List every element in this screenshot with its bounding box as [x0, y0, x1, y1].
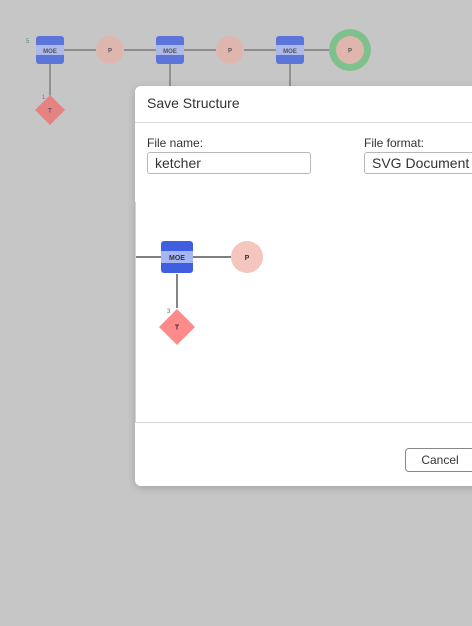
moe-monomer: MOE: [161, 241, 193, 273]
dialog-header: Save Structure: [135, 86, 472, 123]
preview-structure: MOE P T 3: [136, 241, 263, 345]
phosphate-monomer-selected[interactable]: P: [329, 29, 371, 71]
phosphate-monomer[interactable]: P: [96, 36, 124, 64]
attachment-number: 5: [26, 39, 30, 45]
dialog-title: Save Structure: [147, 95, 240, 111]
monomer-label: MOE: [43, 49, 57, 55]
monomer-label: P: [108, 49, 112, 55]
structure-preview: MOE P T 3: [135, 202, 472, 422]
monomer-label: T: [48, 109, 52, 115]
base-t-monomer[interactable]: T: [35, 95, 65, 125]
file-name-input[interactable]: [147, 152, 311, 174]
file-format-select[interactable]: SVG Document: [364, 152, 472, 174]
monomer-label: MOE: [163, 49, 177, 55]
phosphate-monomer: P: [231, 241, 263, 273]
monomer-label: MOE: [283, 49, 297, 55]
attachment-number: 3: [167, 309, 171, 315]
moe-monomer[interactable]: MOE: [156, 36, 184, 64]
monomer-label: P: [245, 255, 250, 262]
monomer-label: MOE: [169, 255, 185, 262]
monomer-label: P: [228, 49, 232, 55]
cancel-button[interactable]: Cancel: [405, 448, 472, 472]
file-name-label: File name:: [147, 136, 204, 150]
monomer-label: T: [175, 325, 180, 332]
moe-monomer[interactable]: MOE: [36, 36, 64, 64]
save-structure-dialog: Save Structure File name: File format: S…: [135, 86, 472, 486]
monomer-label: P: [348, 49, 352, 55]
phosphate-monomer[interactable]: P: [216, 36, 244, 64]
divider: [135, 422, 472, 423]
base-t-monomer: T: [159, 309, 195, 345]
file-format-label: File format:: [364, 136, 425, 150]
moe-monomer[interactable]: MOE: [276, 36, 304, 64]
